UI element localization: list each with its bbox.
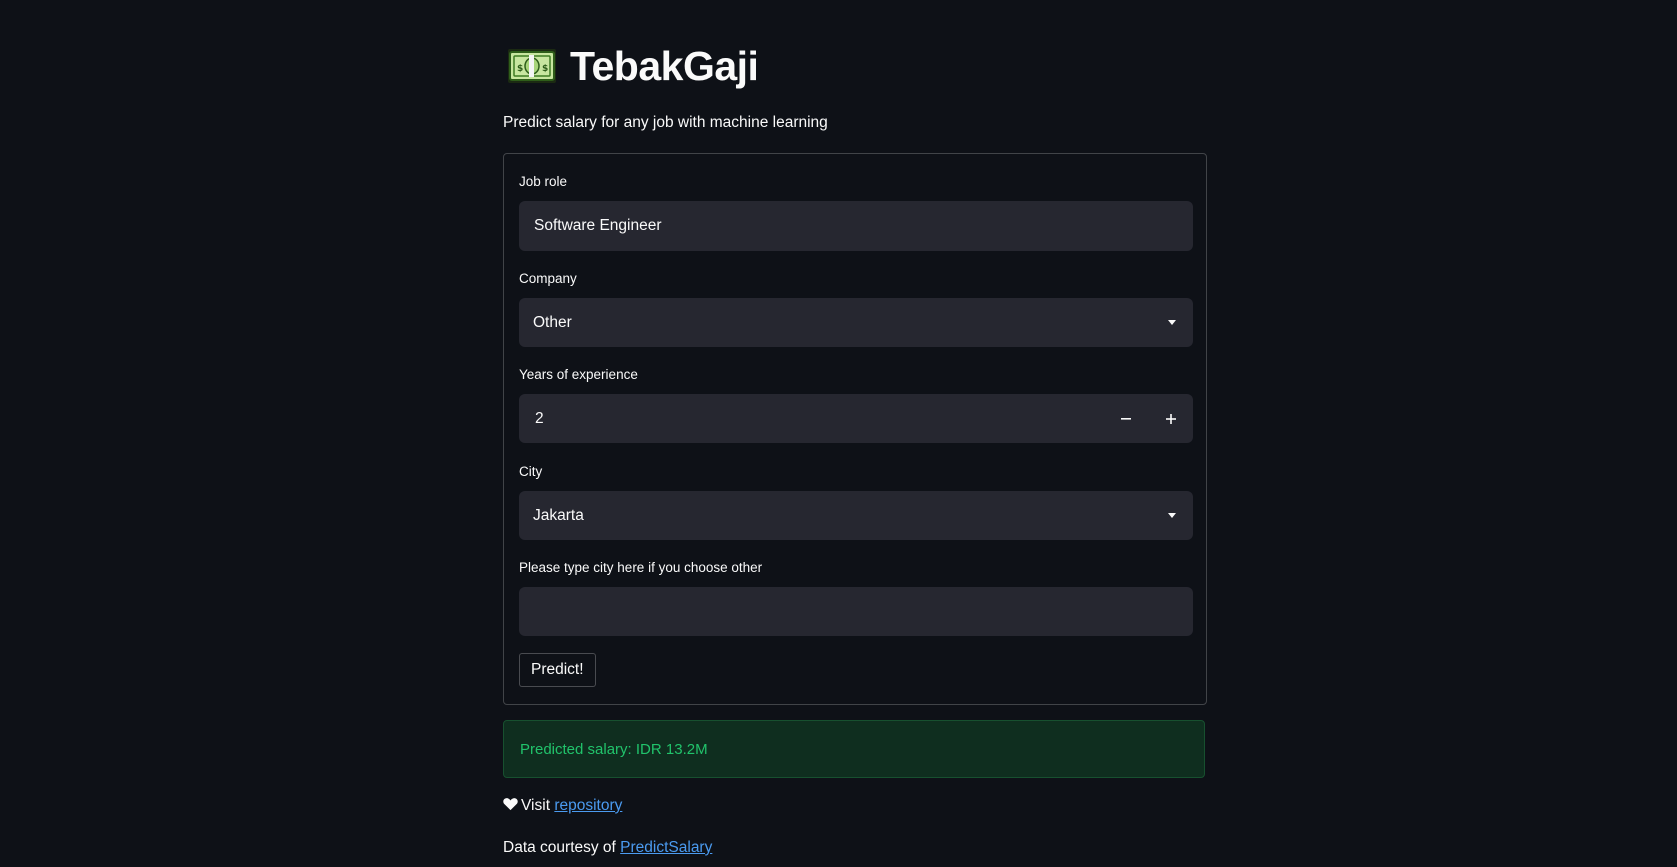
visit-label: Visit bbox=[521, 797, 551, 814]
repository-link[interactable]: repository bbox=[554, 797, 622, 814]
page-title: TebakGaji bbox=[570, 42, 759, 89]
prediction-result-text: Predicted salary: IDR 13.2M bbox=[520, 741, 708, 758]
increment-button[interactable] bbox=[1149, 394, 1193, 444]
minus-icon bbox=[1121, 418, 1131, 420]
experience-number-input[interactable]: 2 bbox=[519, 394, 1193, 443]
other-city-input[interactable] bbox=[519, 587, 1193, 636]
page-subtitle: Predict salary for any job with machine … bbox=[503, 114, 828, 131]
job-role-label: Job role bbox=[519, 174, 568, 189]
company-select[interactable]: Other bbox=[519, 298, 1193, 347]
predictsalary-link[interactable]: PredictSalary bbox=[620, 839, 712, 856]
title-row: $ $ TebakGaji bbox=[508, 38, 759, 94]
courtesy-label: Data courtesy of bbox=[503, 839, 616, 856]
data-courtesy-line: Data courtesy of PredictSalary bbox=[503, 839, 712, 857]
prediction-result-alert: Predicted salary: IDR 13.2M bbox=[503, 720, 1205, 778]
experience-value: 2 bbox=[535, 410, 544, 427]
chevron-down-icon bbox=[1168, 513, 1176, 518]
city-select[interactable]: Jakarta bbox=[519, 491, 1193, 540]
predict-button[interactable]: Predict! bbox=[519, 653, 596, 687]
heart-icon bbox=[503, 798, 518, 811]
prediction-form: Job role Software Engineer Company Other… bbox=[503, 153, 1207, 705]
other-city-label: Please type city here if you choose othe… bbox=[519, 560, 763, 575]
city-label: City bbox=[519, 464, 543, 479]
job-role-input[interactable]: Software Engineer bbox=[519, 201, 1193, 251]
svg-text:$: $ bbox=[517, 64, 523, 74]
plus-icon bbox=[1166, 414, 1176, 424]
svg-text:$: $ bbox=[542, 64, 548, 74]
chevron-down-icon bbox=[1168, 320, 1176, 325]
city-selected-value: Jakarta bbox=[533, 507, 584, 524]
company-selected-value: Other bbox=[533, 314, 572, 331]
visit-repository-line: Visit repository bbox=[503, 797, 622, 815]
company-label: Company bbox=[519, 271, 577, 286]
money-bill-icon: $ $ bbox=[508, 49, 556, 83]
job-role-value: Software Engineer bbox=[534, 217, 662, 234]
decrement-button[interactable] bbox=[1104, 394, 1148, 444]
experience-label: Years of experience bbox=[519, 367, 638, 382]
